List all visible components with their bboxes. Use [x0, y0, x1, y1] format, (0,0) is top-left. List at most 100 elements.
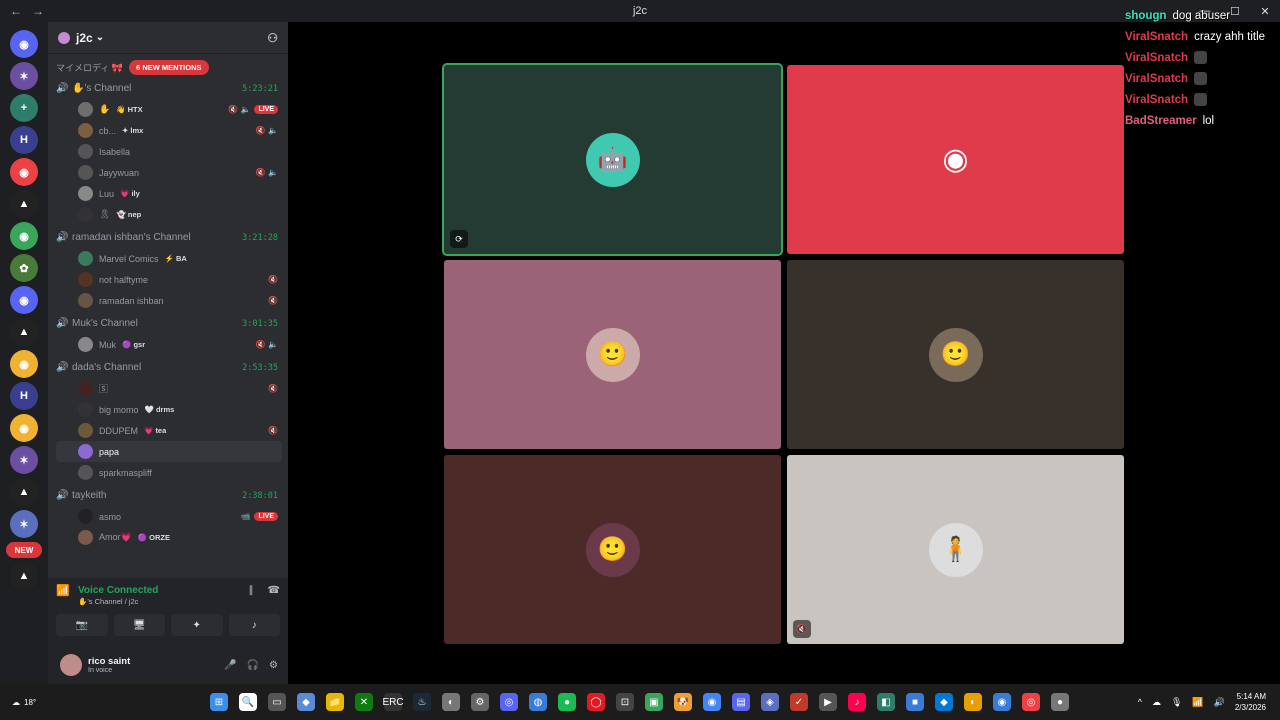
tray-icon[interactable]: 📶: [1192, 697, 1203, 708]
taskbar-app-icon[interactable]: ◐: [964, 693, 982, 711]
voice-channel[interactable]: 🔊 taykeith 2:38:01: [56, 485, 282, 506]
category-header[interactable]: マイメロディ 🎀 6 NEW MENTIONS: [56, 58, 282, 76]
server-icon[interactable]: ◉: [10, 30, 38, 58]
voice-user[interactable]: Muk 🟣 gsr 🔇 🔈: [56, 334, 282, 355]
video-tile[interactable]: 🙂: [444, 260, 781, 449]
server-icon[interactable]: ▲: [10, 190, 38, 218]
server-icon[interactable]: ◉: [10, 286, 38, 314]
taskbar-app-icon[interactable]: ⚙: [471, 693, 489, 711]
taskbar-app-icon[interactable]: ◧: [877, 693, 895, 711]
voice-user[interactable]: Marvel Comics ⚡ BA: [56, 248, 282, 269]
taskbar-app-icon[interactable]: ◯: [587, 693, 605, 711]
taskbar-app-icon[interactable]: ✕: [355, 693, 373, 711]
voice-user[interactable]: Amor💗 🟣 ORZE: [56, 527, 282, 548]
taskbar-app-icon[interactable]: ▭: [268, 693, 286, 711]
voice-user[interactable]: not halftyme 🔇: [56, 269, 282, 290]
signal-icon[interactable]: 📶: [56, 584, 78, 597]
chat-message: shougn dog abuser: [1125, 5, 1280, 26]
tray-icon[interactable]: ^: [1138, 697, 1142, 707]
taskbar-app-icon[interactable]: ◆: [935, 693, 953, 711]
video-tile[interactable]: ◉: [787, 65, 1124, 254]
voice-channel[interactable]: 🔊 ramadan ishban's Channel 3:21:28: [56, 227, 282, 248]
taskbar-app-icon[interactable]: ◎: [500, 693, 518, 711]
server-icon[interactable]: ✿: [10, 254, 38, 282]
voice-user[interactable]: Isabella: [56, 141, 282, 162]
add-user-icon[interactable]: ⚇: [267, 31, 278, 45]
screen-share-button[interactable]: 🖥: [113, 614, 165, 636]
video-tile[interactable]: 🙂: [787, 260, 1124, 449]
voice-user[interactable]: cb... ✦ lmx 🔇 🔈: [56, 120, 282, 141]
new-servers-pill[interactable]: NEW: [6, 542, 42, 558]
tray-icon[interactable]: ☁: [1152, 697, 1161, 708]
taskbar-app-icon[interactable]: ●: [558, 693, 576, 711]
server-icon[interactable]: +: [10, 94, 38, 122]
server-icon[interactable]: ✶: [10, 62, 38, 90]
taskbar-app-icon[interactable]: ◐: [442, 693, 460, 711]
server-icon[interactable]: ◉: [10, 414, 38, 442]
taskbar-app-icon[interactable]: 📁: [326, 693, 344, 711]
taskbar-app-icon[interactable]: ⊡: [616, 693, 634, 711]
avatar[interactable]: [60, 654, 82, 676]
taskbar-app-icon[interactable]: ♨: [413, 693, 431, 711]
activity-button[interactable]: ✦: [171, 614, 223, 636]
taskbar-app-icon[interactable]: ◉: [703, 693, 721, 711]
voice-user[interactable]: Jayywuan 🔇 🔈: [56, 162, 282, 183]
server-icon[interactable]: ▲: [10, 318, 38, 346]
server-icon[interactable]: ✶: [10, 510, 38, 538]
video-tile[interactable]: 🤖 ⟳: [442, 63, 783, 256]
new-mentions-badge[interactable]: 6 NEW MENTIONS: [129, 59, 209, 75]
taskbar-app-icon[interactable]: ■: [906, 693, 924, 711]
server-icon[interactable]: ▲: [10, 562, 38, 590]
weather-widget[interactable]: ☁ 18°: [0, 698, 210, 707]
voice-user[interactable]: Luu 💗 ily: [56, 183, 282, 204]
clock[interactable]: 5:14 AM 2/3/2026: [1235, 691, 1266, 713]
server-icon[interactable]: ✶: [10, 446, 38, 474]
video-tile[interactable]: 🧍 🔇: [787, 455, 1124, 644]
voice-user[interactable]: ramadan ishban 🔇: [56, 290, 282, 311]
taskbar-app-icon[interactable]: ◉: [993, 693, 1011, 711]
taskbar-app-icon[interactable]: ⊞: [210, 693, 228, 711]
voice-user[interactable]: 🅂 🔇: [56, 378, 282, 399]
server-icon[interactable]: ◉: [10, 350, 38, 378]
disconnect-icon[interactable]: ☎: [268, 585, 280, 596]
soundboard-button[interactable]: ♪: [228, 614, 280, 636]
taskbar-app-icon[interactable]: 🔍: [239, 693, 257, 711]
voice-user[interactable]: DDUPEM 💗 tea 🔇: [56, 420, 282, 441]
microphone-icon[interactable]: 🎤: [224, 660, 236, 671]
voice-user[interactable]: sparkmaspliff: [56, 462, 282, 483]
taskbar-app-icon[interactable]: ERC: [382, 693, 404, 711]
headset-icon[interactable]: 🎧: [247, 660, 259, 671]
taskbar-app-icon[interactable]: ●: [1051, 693, 1069, 711]
tray-icon[interactable]: 🎙: [1171, 697, 1182, 708]
taskbar-app-icon[interactable]: ◆: [297, 693, 315, 711]
taskbar-app-icon[interactable]: ♪: [848, 693, 866, 711]
voice-channel[interactable]: 🔊 Muk's Channel 3:01:35: [56, 313, 282, 334]
noise-suppression-icon[interactable]: ∥: [249, 585, 254, 596]
voice-channel[interactable]: 🔊 dada's Channel 2:53:35: [56, 357, 282, 378]
tray-icon[interactable]: 🔊: [1214, 697, 1225, 708]
settings-icon[interactable]: ⚙: [269, 660, 278, 671]
camera-button[interactable]: 📷: [56, 614, 108, 636]
taskbar-app-icon[interactable]: ▣: [645, 693, 663, 711]
voice-user[interactable]: papa: [56, 441, 282, 462]
taskbar-app-icon[interactable]: 🐶: [674, 693, 692, 711]
voice-user[interactable]: ✋ 👋 HTX 🔇 🔈 LIVE: [56, 99, 282, 120]
server-icon[interactable]: H: [10, 126, 38, 154]
server-icon[interactable]: ◉: [10, 222, 38, 250]
voice-channel-name[interactable]: ✋'s Channel / j2c: [78, 597, 280, 606]
taskbar-app-icon[interactable]: ◈: [761, 693, 779, 711]
taskbar-app-icon[interactable]: ▤: [732, 693, 750, 711]
taskbar-app-icon[interactable]: ◍: [529, 693, 547, 711]
voice-user[interactable]: big momo 🤍 drms: [56, 399, 282, 420]
taskbar-app-icon[interactable]: ✓: [790, 693, 808, 711]
voice-user[interactable]: asmo 📹 LIVE: [56, 506, 282, 527]
server-icon[interactable]: ▲: [10, 478, 38, 506]
server-icon[interactable]: ◉: [10, 158, 38, 186]
taskbar-app-icon[interactable]: ▶: [819, 693, 837, 711]
guild-header[interactable]: j2c ⌄ ⚇: [48, 22, 288, 54]
server-icon[interactable]: H: [10, 382, 38, 410]
voice-user[interactable]: 🎗 👻 nep: [56, 204, 282, 225]
voice-channel[interactable]: 🔊 ✋'s Channel 5:23:21: [56, 78, 282, 99]
video-tile[interactable]: 🙂: [444, 455, 781, 644]
taskbar-app-icon[interactable]: ◎: [1022, 693, 1040, 711]
